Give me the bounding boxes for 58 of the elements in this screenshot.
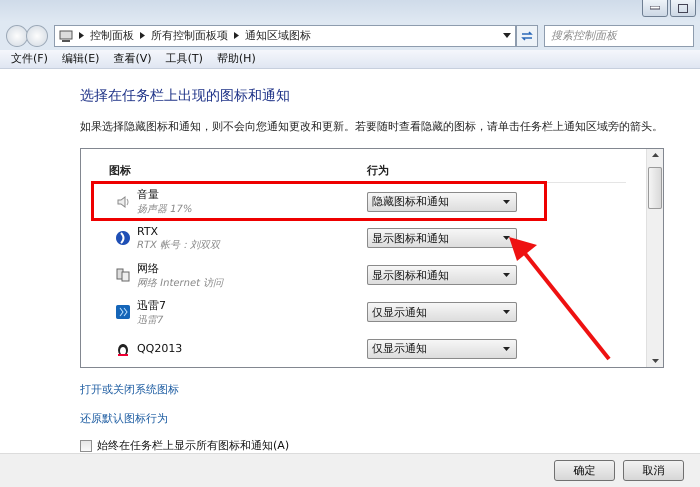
maximize-button[interactable] <box>670 0 696 17</box>
page-heading: 选择在任务栏上出现的图标和通知 <box>80 87 291 106</box>
behavior-dropdown[interactable]: 显示图标和通知 <box>367 265 517 286</box>
item-detail: 迅雷7 <box>137 314 164 327</box>
caret-icon <box>503 200 510 204</box>
chevron-icon <box>79 32 84 40</box>
minimize-button[interactable] <box>642 0 668 17</box>
menu-item[interactable]: 编辑(E) <box>54 51 106 66</box>
search-field[interactable]: 搜索控制面板 <box>544 24 694 47</box>
checkbox[interactable] <box>80 440 92 452</box>
behavior-dropdown[interactable]: 隐藏图标和通知 <box>367 192 517 212</box>
chevron-icon <box>140 32 145 40</box>
item-name: RTX <box>137 224 160 238</box>
scroll-up-icon[interactable] <box>652 153 658 158</box>
column-header: 行为 <box>367 163 389 178</box>
scroll-down-icon[interactable] <box>652 359 658 364</box>
link[interactable]: 还原默认图标行为 <box>80 411 664 426</box>
chevron-icon <box>234 32 239 40</box>
breadcrumb-item[interactable]: 通知区域图标 <box>245 28 311 44</box>
maximize-icon <box>678 4 688 12</box>
network-icon <box>115 267 131 284</box>
breadcrumb-item[interactable]: 控制面板 <box>90 28 134 44</box>
item-detail: 网络 Internet 访问 <box>137 276 225 290</box>
checkbox-label: 始终在任务栏上显示所有图标和通知(A) <box>97 438 290 454</box>
caret-icon <box>503 310 510 314</box>
item-detail: 扬声器 17% <box>137 202 194 216</box>
refresh-button[interactable] <box>516 24 538 47</box>
always-show-checkbox[interactable]: 始终在任务栏上显示所有图标和通知(A) <box>80 438 664 454</box>
item-name: 网络 <box>137 260 160 276</box>
menu-item[interactable]: 帮助(H) <box>210 51 263 66</box>
item-name: 音量 <box>137 187 160 202</box>
column-header: 图标 <box>109 163 132 178</box>
breadcrumb-item[interactable]: 所有控制面板项 <box>151 28 228 44</box>
behavior-dropdown[interactable]: 仅显示通知 <box>367 338 517 359</box>
dialog-button[interactable]: 确定 <box>554 460 615 482</box>
behavior-dropdown[interactable]: 仅显示通知 <box>367 302 517 322</box>
minimize-icon <box>650 6 660 10</box>
caret-icon <box>503 273 510 278</box>
caret-icon <box>503 236 510 240</box>
app-icon <box>115 304 131 320</box>
link[interactable]: 打开或关闭系统图标 <box>80 382 664 398</box>
dialog-button[interactable]: 取消 <box>623 460 684 482</box>
menu-item[interactable]: 文件(F) <box>4 51 55 66</box>
globe-icon <box>115 230 131 246</box>
address-bar[interactable]: 控制面板 所有控制面板项 通知区域图标 <box>54 24 516 47</box>
item-name: QQ2013 <box>137 342 184 356</box>
caret-icon <box>503 346 510 351</box>
dropdown-icon[interactable] <box>503 33 511 38</box>
item-name: 迅雷7 <box>137 298 167 313</box>
speaker-icon <box>116 194 130 209</box>
item-detail: RTX 帐号：刘双双 <box>137 238 222 252</box>
refresh-icon <box>520 30 534 42</box>
menu-item[interactable]: 工具(T) <box>158 51 210 66</box>
menu-item[interactable]: 查看(V) <box>106 51 159 66</box>
scroll-thumb[interactable] <box>648 167 662 210</box>
behavior-dropdown[interactable]: 显示图标和通知 <box>367 228 517 248</box>
computer-icon <box>59 30 73 42</box>
description-text: 如果选择隐藏图标和通知，则不会向您通知更改和更新。若要随时查看隐藏的图标，请单击任务栏上通知区域旁的箭头。 <box>80 119 664 134</box>
